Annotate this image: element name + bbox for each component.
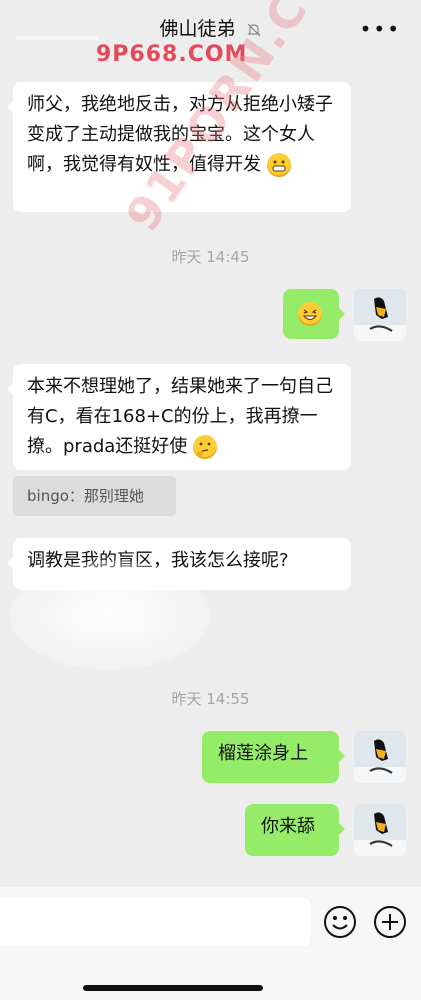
message-text: 本来不想理她了，结果她来了一句自己有C，看在168+C的份上，我再撩一撩。pra… (27, 376, 333, 457)
grinning-squinting-face-icon (298, 302, 322, 326)
message-text: 你来舔 (261, 816, 315, 837)
chat-title-wrap: 佛山徒弟 (0, 14, 421, 41)
blurred-region (10, 560, 210, 670)
avatar[interactable] (354, 289, 406, 341)
message-bubble-right[interactable]: 榴莲涂身上 (202, 731, 345, 783)
home-indicator (83, 985, 263, 991)
timestamp: 昨天 14:45 (171, 248, 250, 266)
message-bubble-left[interactable]: 本来不想理她了，结果她来了一句自己有C，看在168+C的份上，我再撩一撩。pra… (7, 364, 351, 470)
timestamp: 昨天 14:55 (171, 690, 250, 708)
message-text: 榴莲涂身上 (218, 743, 308, 764)
smiley-icon[interactable] (323, 905, 357, 939)
thinking-face-icon (193, 435, 218, 459)
chat-header: 佛山徒弟 ••• 9P668.COM (0, 0, 421, 67)
message-bubble-right[interactable]: 你来舔 (245, 804, 345, 856)
quoted-reply[interactable]: bingo：那别理她 (13, 476, 176, 516)
input-bar (0, 887, 421, 1000)
message-bubble-right[interactable] (283, 289, 345, 339)
grinning-face-icon (266, 153, 291, 177)
more-dots-icon[interactable]: ••• (360, 19, 401, 39)
avatar[interactable] (354, 731, 406, 783)
chat-title: 佛山徒弟 (159, 18, 236, 40)
avatar[interactable] (354, 804, 406, 856)
message-input[interactable] (0, 898, 310, 946)
plus-circle-icon[interactable] (373, 905, 407, 939)
